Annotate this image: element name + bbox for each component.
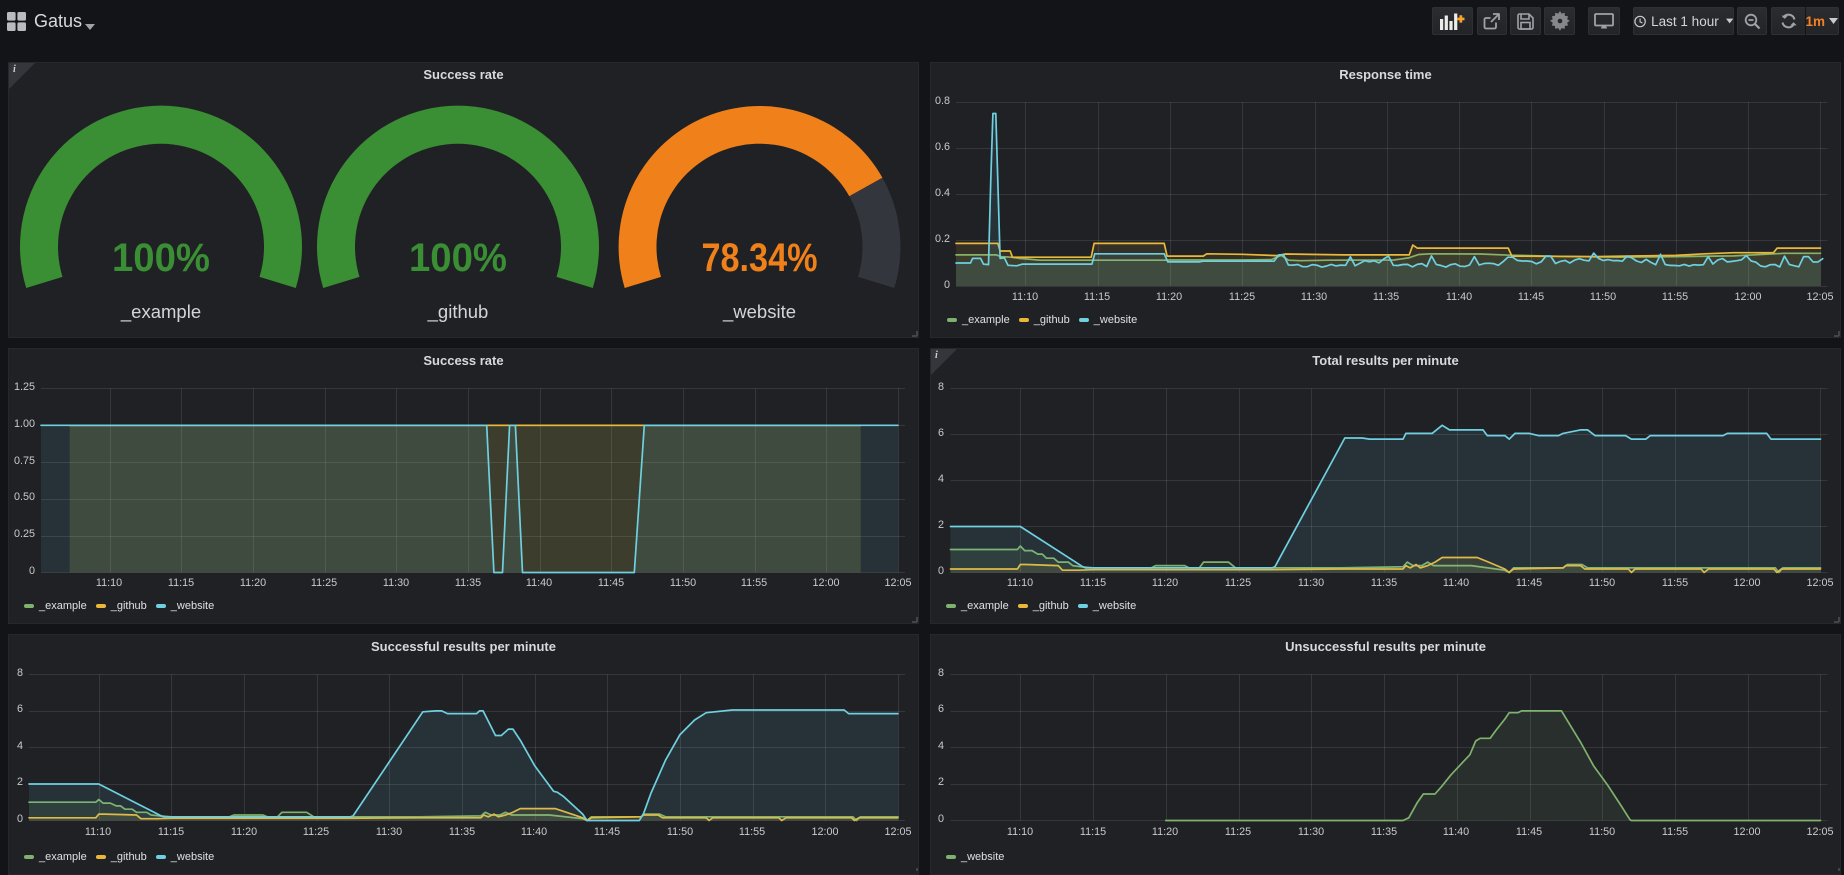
svg-text:100%: 100% (409, 236, 507, 280)
svg-text:_github: _github (427, 301, 489, 323)
svg-text:78.34%: 78.34% (702, 236, 818, 280)
svg-text:100%: 100% (112, 236, 210, 280)
svg-text:_website: _website (722, 301, 796, 323)
svg-text:_example: _example (120, 301, 201, 323)
